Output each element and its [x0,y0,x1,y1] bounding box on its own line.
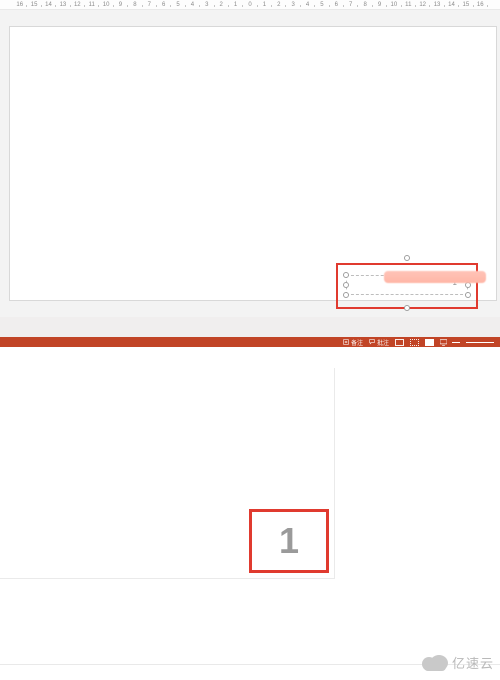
ruler-tick: 14 [444,0,458,10]
notes-icon [343,339,349,345]
ruler-tick: 8 [128,0,142,10]
ruler-tick: 2 [272,0,286,10]
watermark-text: 亿速云 [452,653,494,672]
ruler-tick: 3 [286,0,300,10]
comments-icon [369,339,375,345]
ruler-tick: 1 [228,0,242,10]
resize-handle-icon[interactable] [343,292,349,298]
ruler-tick: 0 [243,0,257,10]
output-pane: 1 亿速云 [0,368,500,680]
output-slide: 1 [0,368,335,579]
ruler-tick: 7 [142,0,156,10]
resize-handle-icon[interactable] [343,272,349,278]
slide-sorter-view-icon[interactable] [410,339,419,346]
ruler-tick: 3 [200,0,214,10]
editor-gap [0,317,500,337]
ruler-tick: 15 [27,0,41,10]
ruler-tick: 14 [41,0,55,10]
ruler-tick: 7 [344,0,358,10]
ruler-tick: 12 [70,0,84,10]
ruler-tick: 6 [329,0,343,10]
rotate-handle-icon[interactable] [404,255,410,261]
slideshow-view-icon[interactable] [440,339,446,345]
resize-handle-icon[interactable] [343,282,349,288]
ruler-tick: 1 [257,0,271,10]
status-bar: 备注 批注 [0,337,500,347]
tooltip-callout [384,271,486,283]
ruler-tick: 10 [99,0,113,10]
comments-label: 批注 [377,338,389,347]
ruler-tick: 5 [171,0,185,10]
ruler-tick: 10 [387,0,401,10]
ruler-tick: 12 [415,0,429,10]
ruler-tick: 4 [185,0,199,10]
canvas-background: 1 [0,10,500,317]
page-number-placeholder-selection[interactable]: 1 [336,263,478,309]
ruler-tick: 9 [113,0,127,10]
page-number-highlight: 1 [249,509,329,573]
zoom-out-icon[interactable] [452,342,460,343]
ruler-tick: 8 [358,0,372,10]
ruler-tick: 2 [214,0,228,10]
ruler-tick: 4 [300,0,314,10]
ruler-tick: 13 [430,0,444,10]
page-number-output: 1 [279,520,299,562]
ruler-tick: 11 [85,0,99,10]
normal-view-icon[interactable] [395,339,404,346]
resize-handle-icon[interactable] [465,292,471,298]
ruler-tick: 13 [56,0,70,10]
pane-divider [0,347,500,368]
cloud-icon [422,655,448,671]
ruler-tick: 9 [372,0,386,10]
notes-label: 备注 [351,338,363,347]
editor-pane: 1615141312111098765432101234567891011121… [0,0,500,347]
ruler-tick: 16 [13,0,27,10]
resize-handle-icon[interactable] [404,305,410,311]
slide-canvas[interactable]: 1 [9,26,497,301]
reading-view-icon[interactable] [425,339,434,346]
ruler-tick: 16 [473,0,487,10]
comments-button[interactable]: 批注 [369,338,389,347]
zoom-slider[interactable] [466,342,494,343]
horizontal-ruler[interactable]: 1615141312111098765432101234567891011121… [0,0,500,10]
ruler-tick: 5 [315,0,329,10]
ruler-tick: 11 [401,0,415,10]
watermark: 亿速云 [422,653,494,672]
notes-button[interactable]: 备注 [343,338,363,347]
ruler-tick: 15 [459,0,473,10]
ruler-tick: 6 [156,0,170,10]
